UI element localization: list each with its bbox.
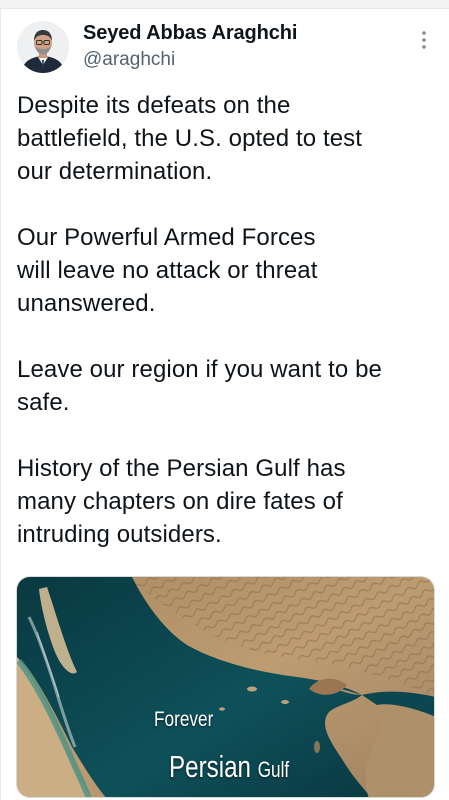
media-caption-forever: Forever [154,708,214,731]
tweet-paragraph: Leave our region if you want to be safe. [17,356,382,416]
more-vertical-icon [422,31,426,49]
avatar[interactable] [17,21,69,73]
tweet-text: Despite its defeats on the battlefield, … [17,89,437,584]
author-handle[interactable]: @araghchi [83,49,175,71]
tweet-paragraph: Despite its defeats on the battlefield, … [17,92,363,185]
tweet-media-image[interactable]: Forever Persian Gulf [16,576,435,798]
tweet-card[interactable]: Seyed Abbas Araghchi @araghchi Despite i… [0,8,449,800]
tweet-paragraph: Our Powerful Armed Forces will leave no … [17,224,318,317]
media-caption-gulf: Gulf [257,757,290,782]
more-options-button[interactable] [413,27,435,53]
author-display-name[interactable]: Seyed Abbas Araghchi [83,22,297,45]
profile-photo-avatar [17,21,69,73]
media-caption-persian-gulf: Persian Gulf [169,749,289,785]
tweet-paragraph: History of the Persian Gulf has many cha… [17,455,346,548]
media-caption-persian: Persian [169,749,251,784]
